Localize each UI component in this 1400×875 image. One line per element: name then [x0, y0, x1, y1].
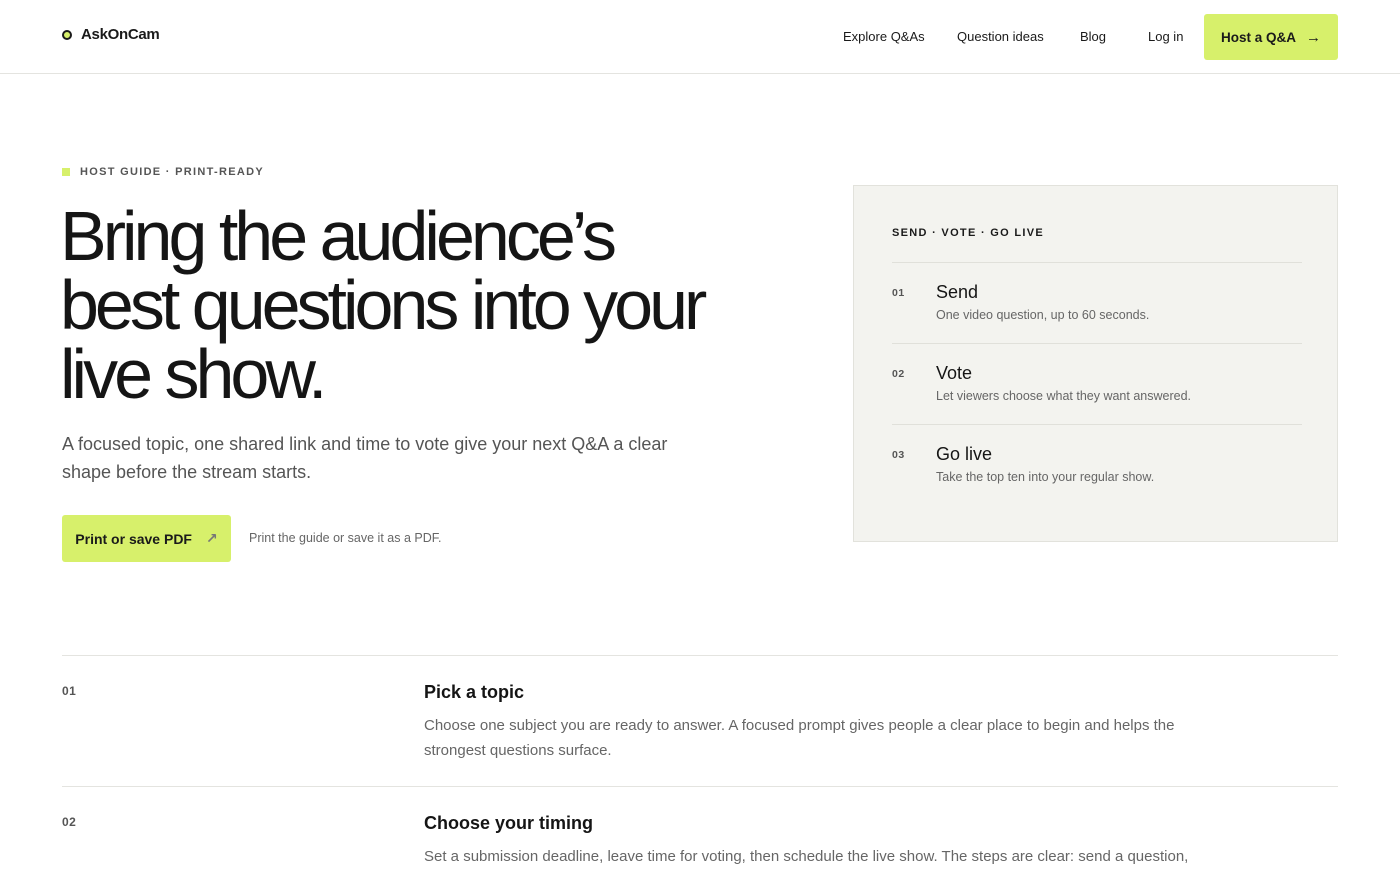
- guide-title: Pick a topic: [424, 682, 525, 702]
- logo-dot-icon: [62, 29, 72, 40]
- step-title: Go live: [936, 444, 993, 464]
- arrow-up-right-icon: ↗: [205, 530, 218, 546]
- logo-text: AskOnCam: [81, 26, 160, 43]
- hero-eyebrow: HOST GUIDE · PRINT-READY: [62, 166, 264, 178]
- guide-number: 01: [62, 684, 77, 698]
- nav-link-question-ideas[interactable]: Question ideas: [957, 29, 1044, 44]
- step-item-go-live: 03 Go live Take the top ten into your re…: [892, 424, 1302, 505]
- step-number: 03: [892, 449, 905, 461]
- guide-title: Choose your timing: [424, 813, 594, 833]
- step-description: Take the top ten into your regular show.: [936, 470, 1155, 484]
- hero-title-line-3: live show.: [60, 335, 327, 413]
- site-header: AskOnCam Explore Q&As Question ideas Blo…: [0, 0, 1400, 74]
- hero-title-line-1: Bring the audience’s: [60, 197, 617, 275]
- host-qa-button[interactable]: Host a Q&A →: [1204, 14, 1338, 60]
- step-item-vote: 02 Vote Let viewers choose what they wan…: [892, 343, 1302, 424]
- print-pdf-button[interactable]: Print or save PDF ↗: [62, 515, 231, 562]
- hero-title: Bring the audience’s best questions into…: [60, 197, 820, 413]
- hero-subtitle: A focused topic, one shared link and tim…: [62, 434, 668, 482]
- steps-card: SEND · VOTE · GO LIVE 01 Send One video …: [853, 185, 1338, 542]
- host-qa-label: Host a Q&A: [1220, 29, 1296, 45]
- print-pdf-label: Print or save PDF: [75, 530, 192, 547]
- guide-item-choose-timing: 02 Choose your timing Set a submission d…: [62, 786, 1338, 875]
- step-number: 01: [892, 287, 905, 299]
- hero-title-line-2: best questions into your: [60, 266, 707, 344]
- step-title: Send: [936, 282, 979, 302]
- guide-number: 02: [62, 815, 77, 829]
- guide-text: Set a submission deadline, leave time fo…: [424, 848, 1189, 875]
- steps-card-label: SEND · VOTE · GO LIVE: [892, 227, 1044, 239]
- step-description: Let viewers choose what they want answer…: [936, 389, 1191, 403]
- pdf-note: Print the guide or save it as a PDF.: [249, 531, 442, 545]
- guide-text: Choose one subject you are ready to answ…: [424, 717, 1175, 759]
- guide-item-pick-topic: 01 Pick a topic Choose one subject you a…: [62, 655, 1338, 786]
- step-item-send: 01 Send One video question, up to 60 sec…: [892, 262, 1302, 343]
- eyebrow-square-icon: [62, 168, 70, 176]
- logo[interactable]: AskOnCam: [62, 26, 160, 43]
- step-number: 02: [892, 368, 905, 380]
- nav-link-explore[interactable]: Explore Q&As: [843, 29, 925, 44]
- step-title: Vote: [936, 363, 973, 383]
- step-description: One video question, up to 60 seconds.: [936, 308, 1150, 322]
- eyebrow-text: HOST GUIDE · PRINT-READY: [80, 166, 264, 178]
- login-link[interactable]: Log in: [1148, 29, 1183, 44]
- nav-link-blog[interactable]: Blog: [1080, 29, 1106, 44]
- arrow-right-icon: →: [1306, 28, 1321, 46]
